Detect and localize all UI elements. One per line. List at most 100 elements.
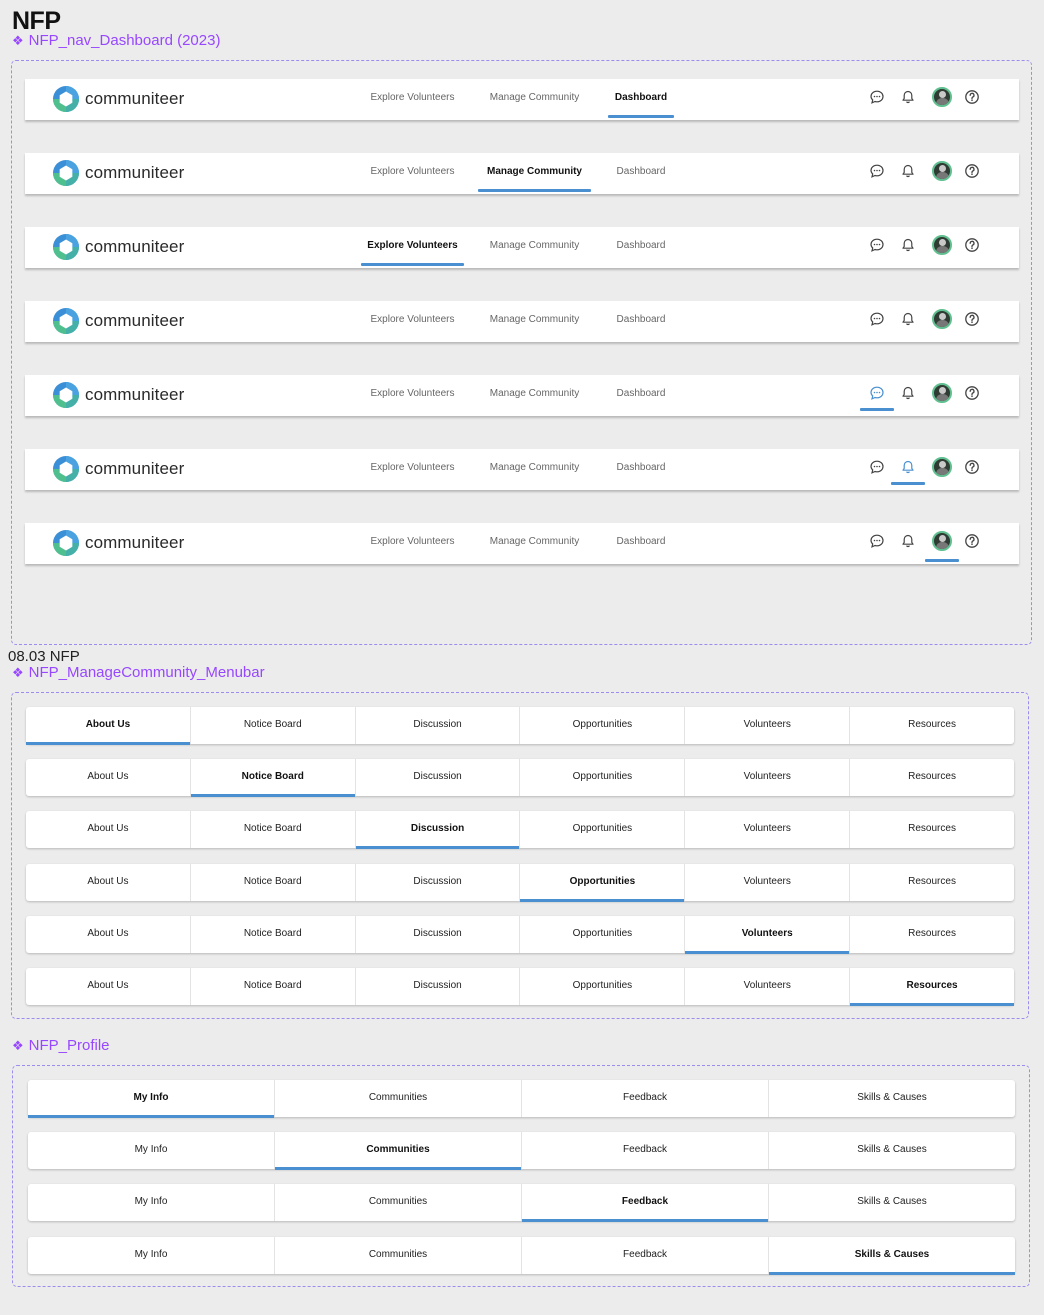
chat-icon[interactable] — [869, 163, 885, 179]
tab-communities[interactable]: Communities — [275, 1237, 522, 1274]
tab-discussion[interactable]: Discussion — [355, 811, 521, 849]
logo-icon[interactable] — [53, 530, 79, 556]
chat-icon[interactable] — [860, 385, 894, 411]
avatar[interactable] — [932, 457, 952, 477]
tab-feedback[interactable]: Feedback — [522, 1237, 769, 1274]
tab-communities[interactable]: Communities — [275, 1080, 522, 1117]
nav-link-dashboard[interactable]: Dashboard — [608, 79, 674, 118]
nav-link-manage-community[interactable]: Manage Community — [478, 301, 591, 339]
nav-link-manage-community[interactable]: Manage Community — [478, 153, 591, 192]
nav-link-manage-community[interactable]: Manage Community — [478, 375, 591, 413]
tab-opportunities[interactable]: Opportunities — [520, 916, 686, 953]
chat-icon[interactable] — [869, 311, 885, 327]
tab-about-us[interactable]: About Us — [26, 916, 191, 953]
nav-link-explore-volunteers[interactable]: Explore Volunteers — [361, 79, 464, 117]
help-icon[interactable] — [964, 237, 980, 253]
avatar[interactable] — [932, 87, 952, 107]
tab-my-info[interactable]: My Info — [28, 1237, 275, 1274]
chat-icon[interactable] — [869, 533, 885, 549]
tab-about-us[interactable]: About Us — [26, 707, 191, 745]
logo-icon[interactable] — [53, 234, 79, 260]
nav-link-explore-volunteers[interactable]: Explore Volunteers — [361, 375, 464, 413]
tab-opportunities[interactable]: Opportunities — [520, 864, 686, 902]
avatar[interactable] — [932, 309, 952, 329]
tab-discussion[interactable]: Discussion — [356, 968, 521, 1005]
nav-link-manage-community[interactable]: Manage Community — [478, 79, 591, 117]
nav-link-dashboard[interactable]: Dashboard — [608, 227, 674, 265]
nav-link-manage-community[interactable]: Manage Community — [478, 523, 591, 561]
tab-notice-board[interactable]: Notice Board — [191, 811, 356, 848]
nav-link-manage-community[interactable]: Manage Community — [478, 227, 591, 265]
tab-about-us[interactable]: About Us — [26, 759, 191, 796]
tab-my-info[interactable]: My Info — [28, 1080, 275, 1118]
tab-skills-causes[interactable]: Skills & Causes — [769, 1237, 1015, 1275]
tab-discussion[interactable]: Discussion — [356, 759, 521, 796]
nav-link-explore-volunteers[interactable]: Explore Volunteers — [361, 449, 464, 487]
logo-icon[interactable] — [53, 86, 79, 112]
tab-notice-board[interactable]: Notice Board — [191, 968, 356, 1005]
tab-volunteers[interactable]: Volunteers — [685, 707, 851, 744]
tab-my-info[interactable]: My Info — [28, 1132, 275, 1169]
nav-link-dashboard[interactable]: Dashboard — [608, 523, 674, 561]
tab-discussion[interactable]: Discussion — [356, 864, 521, 901]
nav-link-explore-volunteers[interactable]: Explore Volunteers — [361, 227, 464, 266]
tab-discussion[interactable]: Discussion — [356, 707, 521, 744]
logo-icon[interactable] — [53, 456, 79, 482]
avatar[interactable] — [932, 235, 952, 255]
tab-discussion[interactable]: Discussion — [356, 916, 521, 953]
bell-icon[interactable] — [900, 89, 916, 105]
tab-opportunities[interactable]: Opportunities — [520, 759, 686, 796]
nav-link-explore-volunteers[interactable]: Explore Volunteers — [361, 523, 464, 561]
tab-communities[interactable]: Communities — [275, 1184, 522, 1221]
nav-link-explore-volunteers[interactable]: Explore Volunteers — [361, 153, 464, 191]
help-icon[interactable] — [964, 163, 980, 179]
tab-resources[interactable]: Resources — [850, 968, 1014, 1006]
bell-icon[interactable] — [900, 311, 916, 327]
tab-notice-board[interactable]: Notice Board — [191, 864, 356, 901]
chat-icon[interactable] — [869, 237, 885, 253]
nav-link-dashboard[interactable]: Dashboard — [608, 375, 674, 413]
tab-communities[interactable]: Communities — [275, 1132, 522, 1170]
avatar[interactable] — [932, 383, 952, 403]
tab-resources[interactable]: Resources — [850, 811, 1014, 848]
tab-volunteers[interactable]: Volunteers — [685, 811, 851, 848]
tab-about-us[interactable]: About Us — [26, 811, 191, 848]
tab-volunteers[interactable]: Volunteers — [685, 916, 851, 954]
help-icon[interactable] — [964, 385, 980, 401]
tab-opportunities[interactable]: Opportunities — [520, 811, 686, 848]
nav-link-manage-community[interactable]: Manage Community — [478, 449, 591, 487]
tab-about-us[interactable]: About Us — [26, 968, 191, 1005]
bell-icon[interactable] — [900, 533, 916, 549]
tab-notice-board[interactable]: Notice Board — [191, 707, 356, 744]
tab-volunteers[interactable]: Volunteers — [685, 759, 851, 796]
nav-link-dashboard[interactable]: Dashboard — [608, 301, 674, 339]
bell-icon[interactable] — [900, 163, 916, 179]
tab-resources[interactable]: Resources — [850, 916, 1014, 953]
help-icon[interactable] — [964, 89, 980, 105]
tab-skills-causes[interactable]: Skills & Causes — [769, 1132, 1015, 1169]
bell-icon[interactable] — [900, 237, 916, 253]
nav-link-dashboard[interactable]: Dashboard — [608, 153, 674, 191]
tab-volunteers[interactable]: Volunteers — [685, 968, 851, 1005]
nav-link-dashboard[interactable]: Dashboard — [608, 449, 674, 487]
logo-icon[interactable] — [53, 308, 79, 334]
tab-opportunities[interactable]: Opportunities — [520, 707, 686, 744]
avatar[interactable] — [932, 161, 952, 181]
tab-feedback[interactable]: Feedback — [522, 1080, 769, 1117]
tab-volunteers[interactable]: Volunteers — [685, 864, 851, 901]
nav-link-explore-volunteers[interactable]: Explore Volunteers — [361, 301, 464, 339]
logo-icon[interactable] — [53, 382, 79, 408]
help-icon[interactable] — [964, 311, 980, 327]
chat-icon[interactable] — [869, 89, 885, 105]
tab-skills-causes[interactable]: Skills & Causes — [769, 1080, 1015, 1117]
tab-resources[interactable]: Resources — [850, 707, 1014, 744]
tab-notice-board[interactable]: Notice Board — [191, 916, 356, 953]
help-icon[interactable] — [964, 459, 980, 475]
tab-skills-causes[interactable]: Skills & Causes — [769, 1184, 1015, 1221]
avatar[interactable] — [932, 531, 952, 551]
tab-my-info[interactable]: My Info — [28, 1184, 275, 1221]
tab-about-us[interactable]: About Us — [26, 864, 191, 901]
bell-icon[interactable] — [891, 459, 925, 485]
tab-feedback[interactable]: Feedback — [522, 1132, 769, 1169]
tab-opportunities[interactable]: Opportunities — [520, 968, 686, 1005]
